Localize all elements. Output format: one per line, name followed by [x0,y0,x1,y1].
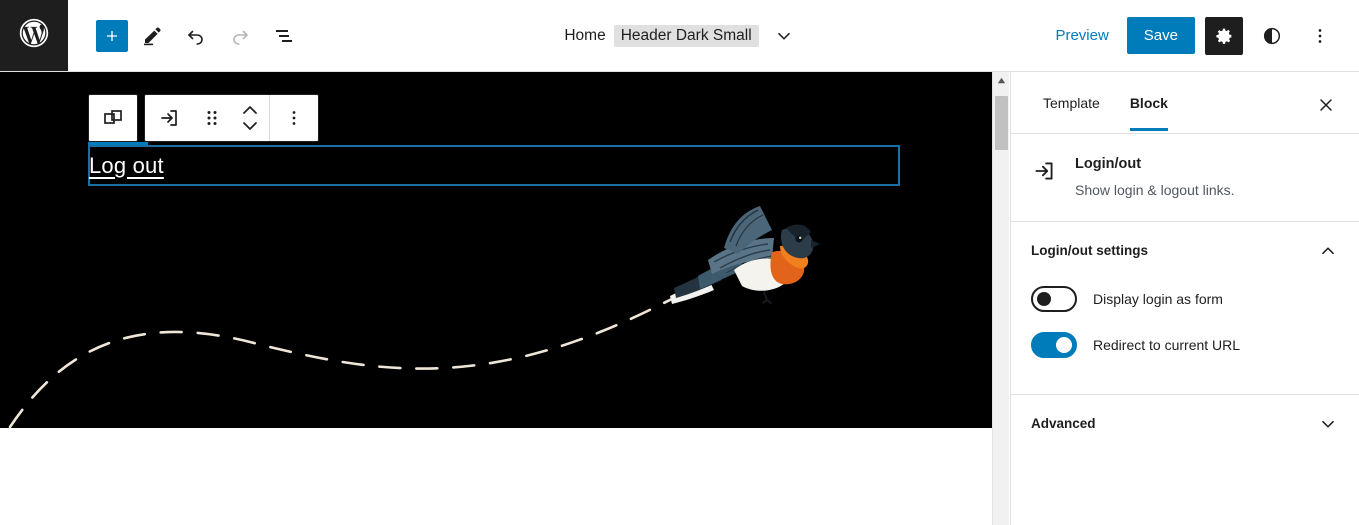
styles-button[interactable] [1253,17,1291,55]
more-options-button[interactable] [1301,17,1339,55]
wordpress-logo-icon [17,16,51,55]
scroll-up-arrow-icon [997,77,1006,84]
tab-block[interactable]: Block [1118,75,1180,131]
selected-login-block[interactable]: Log out [88,145,900,186]
redo-button[interactable] [220,16,260,56]
header-left-tools [68,16,304,56]
block-info-card: Login/out Show login & logout links. [1011,134,1359,221]
redo-arrow-icon [233,30,248,45]
editor-canvas[interactable]: Log out [0,72,992,525]
save-button[interactable]: Save [1126,17,1195,54]
block-title: Login/out [1075,156,1142,172]
template-preview-area: Log out [0,72,992,429]
redirect-to-current-url-label: Redirect to current URL [1093,336,1241,353]
wordpress-site-editor: Home Header Dark Small Preview Save Log … [0,0,1359,525]
tab-template[interactable]: Template [1031,75,1112,130]
logout-link-text[interactable]: Log out [89,153,164,179]
redirect-to-current-url-row[interactable]: Redirect to current URL [1011,322,1359,368]
three-dots-vertical-icon [292,111,296,125]
block-info-text: Login/out Show login & logout links. [1075,156,1235,201]
drag-handle-button[interactable] [193,95,231,141]
block-options-button[interactable] [270,95,318,141]
scrollbar-thumb[interactable] [995,96,1008,150]
flying-bird-illustration [670,206,820,304]
chevron-down-icon[interactable] [1317,413,1339,435]
display-login-as-form-toggle[interactable] [1031,285,1077,312]
block-actions-toolbar-group [144,94,319,142]
wordpress-logo-button[interactable] [0,0,68,71]
pencil-icon [144,26,161,45]
settings-sidebar: Template Block Login/out Show login & lo… [1010,72,1359,525]
gear-icon [1216,28,1232,44]
redirect-to-current-url-toggle[interactable] [1031,331,1077,358]
move-block-buttons[interactable] [231,95,269,141]
login-arrow-icon [1031,158,1057,201]
select-parent-block-icon [104,110,122,124]
three-dots-vertical-icon [1318,28,1322,43]
document-chevron-down-icon[interactable] [773,25,795,47]
add-block-button[interactable] [96,19,128,52]
login-arrow-icon [161,110,177,126]
select-parent-block-button[interactable] [89,95,137,141]
close-sidebar-button[interactable] [1311,90,1341,120]
block-description: Show login & logout links. [1075,182,1235,198]
display-login-as-form-row[interactable]: Display login as form [1011,276,1359,322]
document-home-label: Home [564,26,606,44]
six-dots-drag-icon [207,111,217,125]
close-x-icon [1320,99,1332,111]
chevron-down-icon [243,122,257,130]
toggle-knob [1056,336,1072,353]
list-view-button[interactable] [264,16,304,56]
header-right-actions: Preview Save [1047,16,1359,55]
block-toolbar [88,94,319,142]
list-view-icon [276,29,292,42]
display-login-as-form-label: Display login as form [1093,290,1223,307]
undo-button[interactable] [176,16,216,56]
plus-icon [107,30,117,41]
preview-button[interactable]: Preview [1047,21,1116,50]
login-settings-title: Login/out settings [1031,243,1148,259]
edit-tool-button[interactable] [132,16,172,56]
chevron-up-icon[interactable] [1317,240,1339,262]
dashed-flight-path [8,288,692,429]
canvas-scrollbar[interactable] [992,72,1009,525]
sidebar-tabs: Template Block [1011,72,1359,134]
login-settings-section-header[interactable]: Login/out settings [1011,222,1359,276]
advanced-section-header[interactable]: Advanced [1011,395,1359,449]
scroll-up-button[interactable] [993,72,1010,89]
editor-header: Home Header Dark Small Preview Save [0,0,1359,72]
advanced-section: Advanced [1011,393,1359,449]
contrast-half-circle-icon [1263,27,1281,44]
settings-sidebar-button[interactable] [1205,16,1243,55]
parent-block-toolbar-group [88,94,138,142]
chevron-up-icon [243,106,257,114]
toggle-knob [1037,291,1051,306]
toolbar-active-indicator [88,142,148,145]
undo-arrow-icon [188,30,203,45]
advanced-title: Advanced [1031,416,1096,432]
document-template-chip[interactable]: Header Dark Small [613,24,759,47]
block-type-button[interactable] [145,95,193,141]
